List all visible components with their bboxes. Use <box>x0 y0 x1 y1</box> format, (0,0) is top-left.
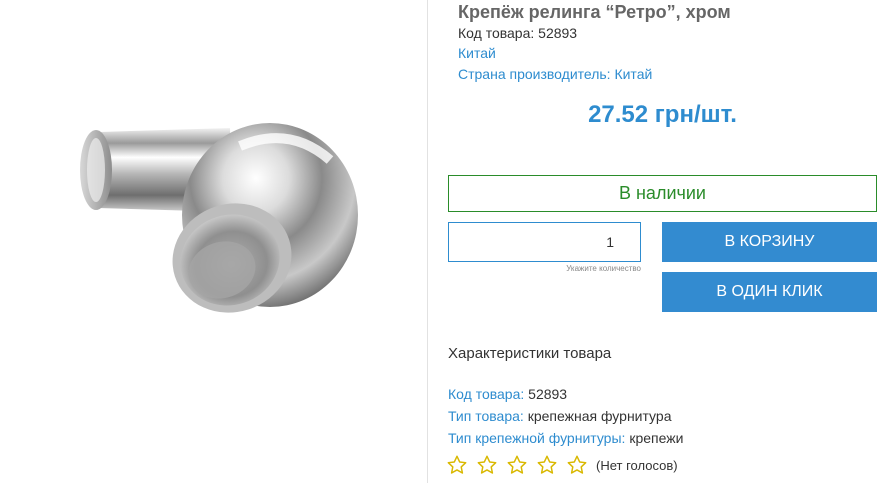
one-click-buy-button[interactable]: В ОДИН КЛИК <box>662 272 877 312</box>
spec-value: крепежная фурнитура <box>527 408 672 424</box>
spec-value: крепежи <box>629 430 684 446</box>
spec-row: Тип крепежной фурнитуры: крепежи <box>448 430 683 446</box>
country-link[interactable]: Страна производитель: Китай <box>458 66 652 82</box>
spec-row: Код товара: 52893 <box>448 386 567 402</box>
characteristics-title: Характеристики товара <box>448 345 612 362</box>
rating-stars: (Нет голосов) <box>446 453 678 477</box>
stock-status: В наличии <box>448 175 877 212</box>
spec-row: Тип товара: крепежная фурнитура <box>448 408 671 424</box>
star-outline-icon[interactable] <box>476 454 498 476</box>
spec-key: Код товара: <box>448 386 525 402</box>
product-price: 27.52 грн/шт. <box>588 101 737 128</box>
spec-key: Тип крепежной фурнитуры: <box>448 430 626 446</box>
star-outline-icon[interactable] <box>536 454 558 476</box>
brand-link[interactable]: Китай <box>458 45 496 61</box>
add-to-cart-button[interactable]: В КОРЗИНУ <box>662 222 877 262</box>
spec-value: 52893 <box>528 386 568 402</box>
star-outline-icon[interactable] <box>506 454 528 476</box>
product-image-panel <box>0 0 428 483</box>
spec-key: Тип товара: <box>448 408 524 424</box>
star-outline-icon[interactable] <box>566 454 588 476</box>
product-code: Код товара: 52893 <box>458 25 578 41</box>
votes-count: (Нет голосов) <box>596 457 678 473</box>
product-image[interactable] <box>0 0 428 483</box>
product-title: Крепёж релинга “Ретро”, хром <box>458 2 731 22</box>
star-outline-icon[interactable] <box>446 454 468 476</box>
quantity-hint: Укажите количество <box>566 264 641 273</box>
quantity-input[interactable] <box>448 222 641 262</box>
